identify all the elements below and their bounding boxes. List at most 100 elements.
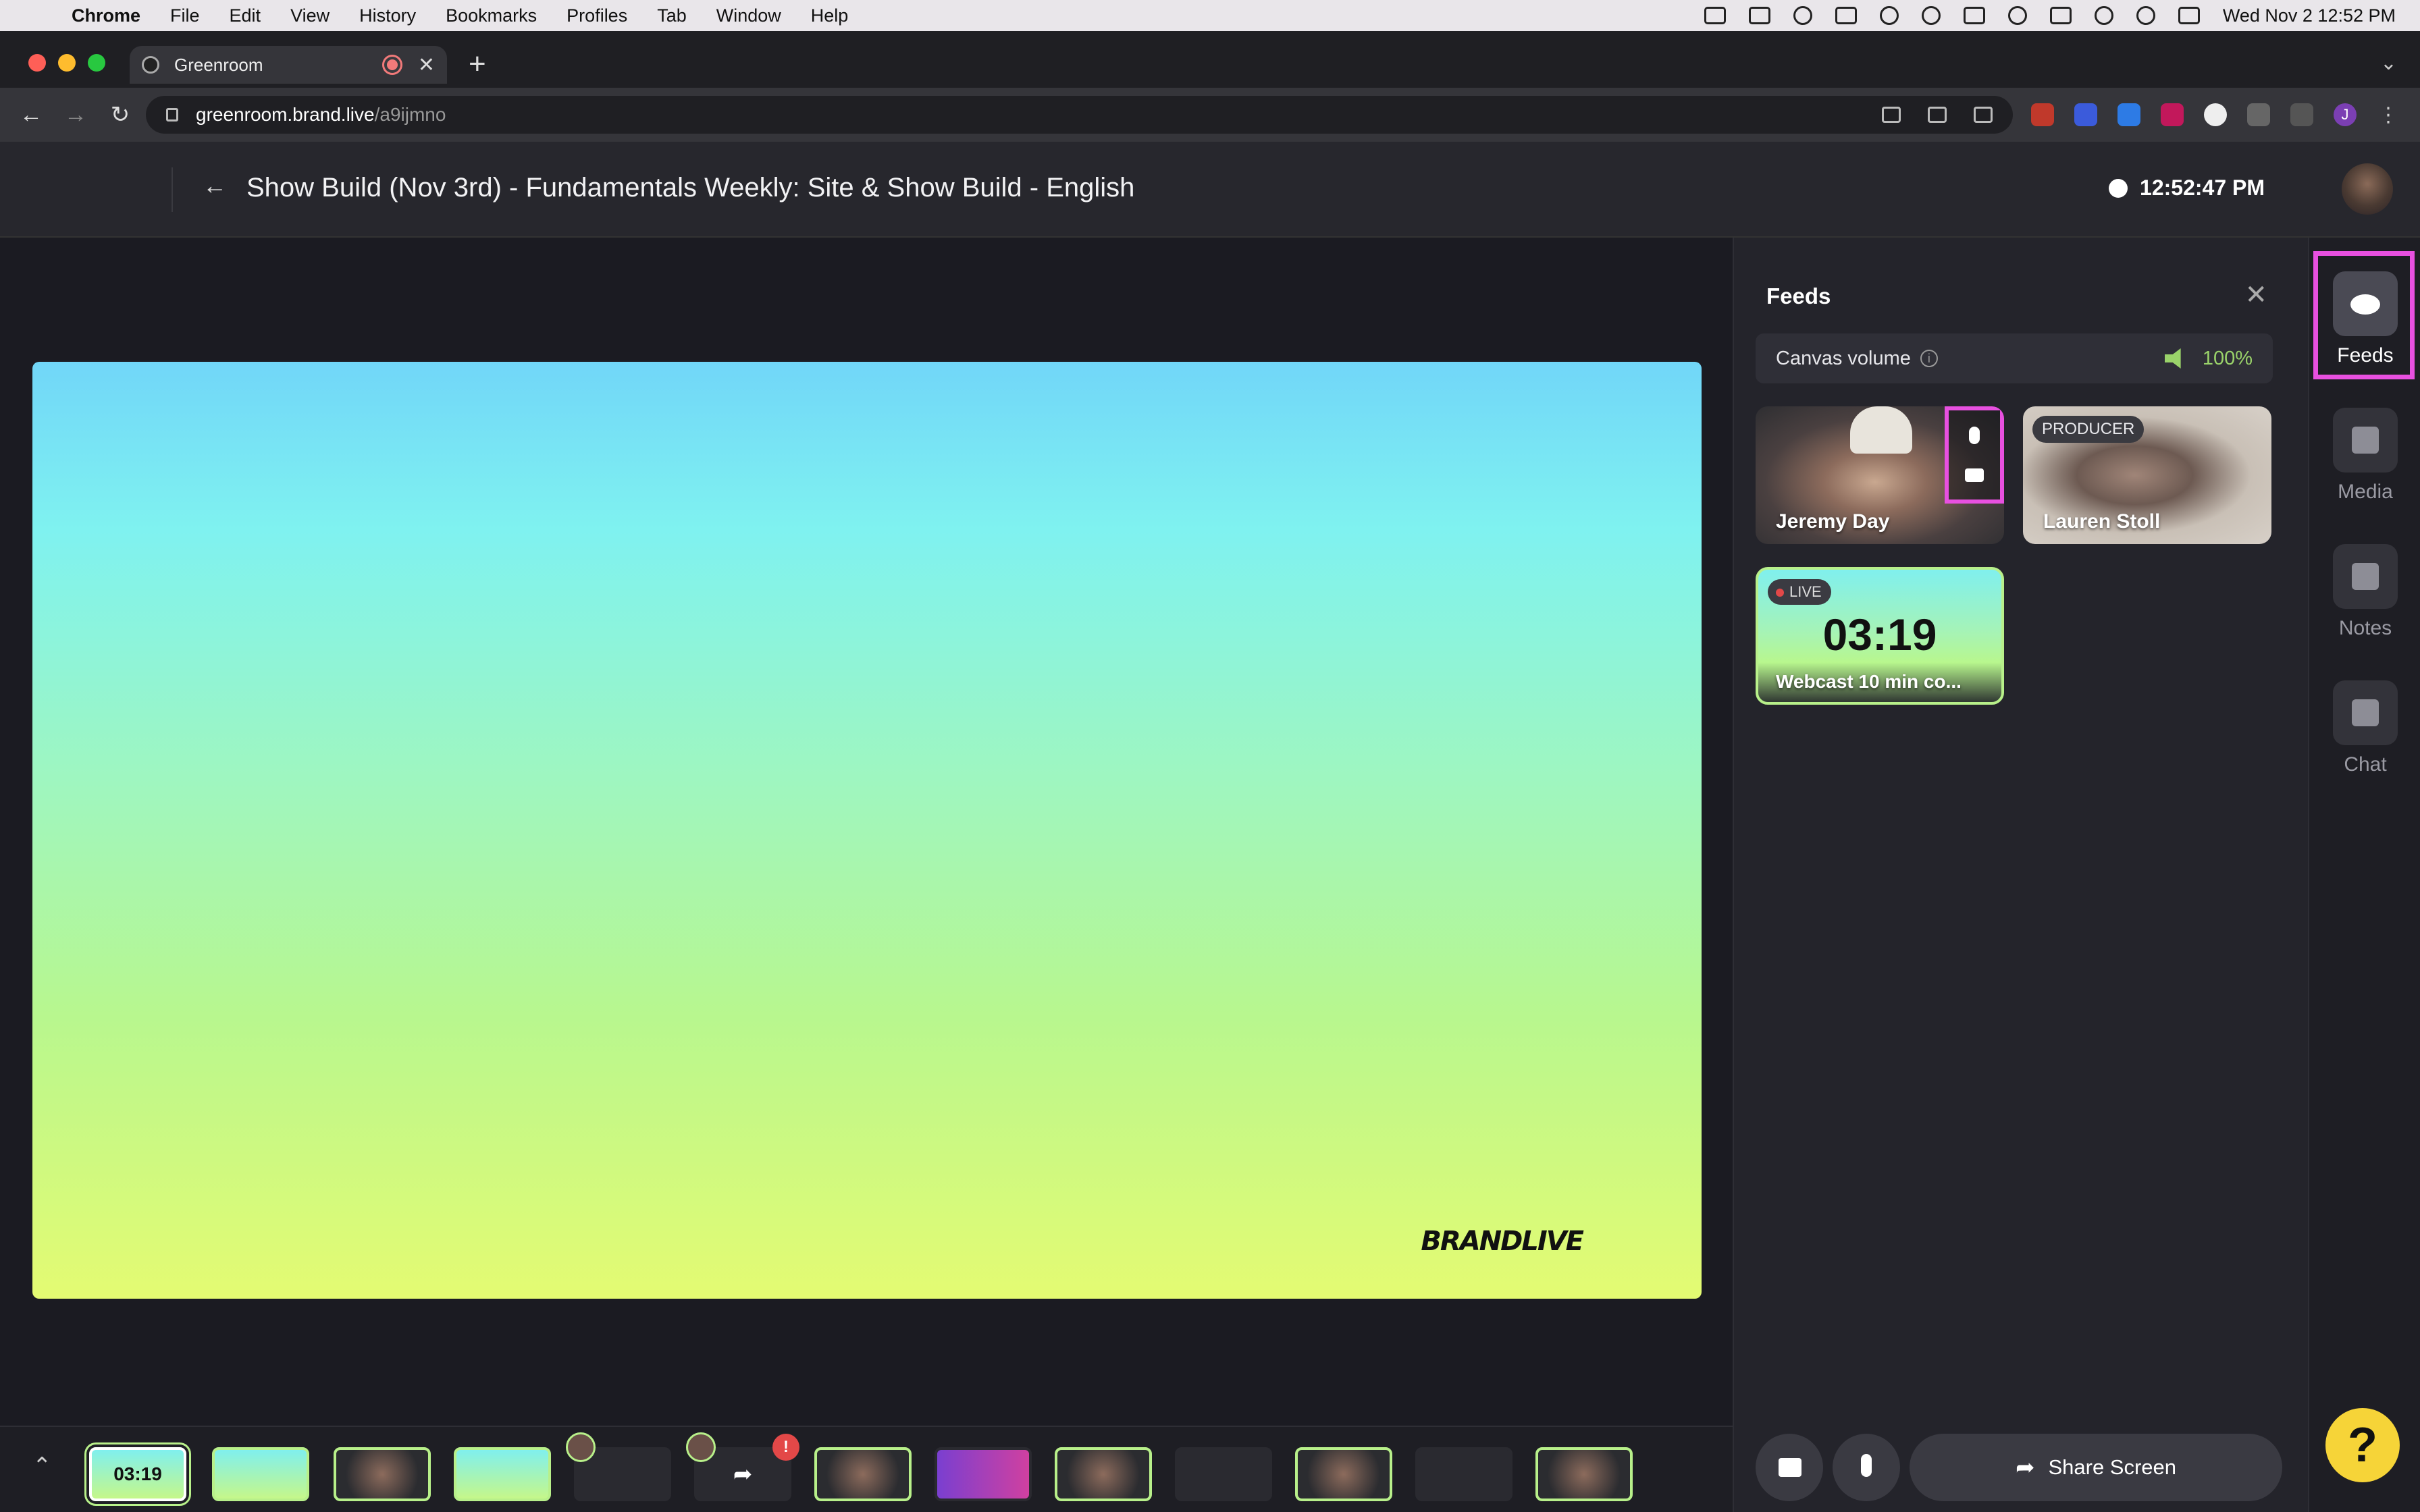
feed-tile[interactable]: PRODUCER Lauren Stoll bbox=[2023, 406, 2271, 544]
header-divider bbox=[172, 167, 173, 212]
status-icon-sun[interactable] bbox=[1793, 6, 1812, 25]
menu-help[interactable]: Help bbox=[811, 5, 849, 26]
bookmark-star-icon[interactable] bbox=[1974, 107, 1993, 123]
moon-icon[interactable] bbox=[2007, 6, 2027, 25]
canvas-volume-control[interactable]: Canvas volume i 100% bbox=[1756, 333, 2273, 383]
share-screen-button[interactable]: ➦ Share Screen bbox=[1910, 1434, 2282, 1501]
program-canvas[interactable]: BRANDLIVE bbox=[32, 362, 1702, 1299]
scene-thumb-active[interactable]: 03:19 bbox=[89, 1447, 186, 1501]
menu-profiles[interactable]: Profiles bbox=[567, 5, 627, 26]
scene-thumb[interactable] bbox=[1415, 1447, 1512, 1501]
countdown-timer: 03:19 bbox=[1822, 610, 1937, 659]
rail-item-chat[interactable]: Chat bbox=[2309, 680, 2420, 776]
close-window-button[interactable] bbox=[28, 54, 46, 72]
info-icon[interactable]: i bbox=[1920, 350, 1938, 367]
battery-icon[interactable] bbox=[2049, 7, 2072, 24]
search-icon[interactable] bbox=[2136, 6, 2155, 25]
menubar-datetime[interactable]: Wed Nov 2 12:52 PM bbox=[2223, 5, 2396, 26]
side-panel-icon[interactable] bbox=[2290, 103, 2313, 126]
omnibox-actions bbox=[1882, 107, 1993, 123]
menu-view[interactable]: View bbox=[290, 5, 330, 26]
tab-search-chevron-icon[interactable]: ⌄ bbox=[2380, 51, 2397, 75]
help-button[interactable]: ? bbox=[2325, 1408, 2400, 1482]
scene-thumb[interactable] bbox=[454, 1447, 551, 1501]
menu-bookmarks[interactable]: Bookmarks bbox=[446, 5, 537, 26]
scene-thumb[interactable] bbox=[1055, 1447, 1152, 1501]
menu-window[interactable]: Window bbox=[716, 5, 781, 26]
extension-icon-5[interactable] bbox=[2204, 103, 2227, 126]
kebab-menu-icon[interactable]: ⋮ bbox=[2377, 103, 2400, 126]
puzzle-extensions-icon[interactable] bbox=[2247, 103, 2270, 126]
close-tab-icon[interactable]: ✕ bbox=[418, 53, 435, 77]
forward-button[interactable]: → bbox=[62, 102, 89, 128]
rail-button[interactable] bbox=[2333, 271, 2398, 336]
scene-thumb[interactable] bbox=[1295, 1447, 1392, 1501]
menu-history[interactable]: History bbox=[359, 5, 416, 26]
lock-icon[interactable] bbox=[166, 108, 178, 122]
rail-label: Notes bbox=[2338, 617, 2392, 639]
share-arrow-icon: ➦ bbox=[2015, 1455, 2035, 1480]
status-icon-display[interactable] bbox=[1963, 7, 1985, 24]
status-icon-upload[interactable] bbox=[1879, 6, 1899, 25]
side-rail: Feeds Media Notes Chat bbox=[2308, 238, 2420, 1512]
extension-icon-2[interactable] bbox=[2074, 103, 2097, 126]
url-host: greenroom.brand.live bbox=[196, 104, 375, 125]
rail-button[interactable] bbox=[2333, 544, 2398, 609]
clock-icon bbox=[2109, 178, 2128, 198]
feed-tile[interactable]: Jeremy Day bbox=[1756, 406, 2004, 544]
control-center-icon[interactable] bbox=[2178, 7, 2200, 24]
speaker-icon[interactable] bbox=[2164, 348, 2181, 369]
maximize-window-button[interactable] bbox=[88, 54, 105, 72]
rail-item-feeds[interactable]: Feeds bbox=[2309, 251, 2420, 379]
scene-avatar bbox=[686, 1432, 716, 1462]
mic-toggle-button[interactable] bbox=[1833, 1434, 1900, 1501]
camera-in-use-icon[interactable] bbox=[1882, 107, 1901, 123]
menu-app-name[interactable]: Chrome bbox=[72, 5, 140, 26]
menu-file[interactable]: File bbox=[170, 5, 200, 26]
document-icon bbox=[2352, 563, 2379, 590]
scene-thumb[interactable] bbox=[334, 1447, 431, 1501]
status-icon-bi[interactable] bbox=[1835, 7, 1857, 24]
scene-thumb[interactable] bbox=[935, 1447, 1032, 1501]
rail-item-notes[interactable]: Notes bbox=[2309, 544, 2420, 640]
tab-title: Greenroom bbox=[174, 54, 263, 75]
chevron-up-icon[interactable]: ⌃ bbox=[32, 1453, 52, 1480]
show-clock: 12:52:47 PM bbox=[2109, 176, 2265, 200]
wifi-icon[interactable] bbox=[2094, 6, 2113, 25]
camera-icon[interactable] bbox=[1965, 468, 1984, 482]
minimize-window-button[interactable] bbox=[58, 54, 76, 72]
back-arrow-icon[interactable]: ← bbox=[203, 171, 227, 200]
scene-thumb[interactable] bbox=[1535, 1447, 1633, 1501]
share-icon[interactable] bbox=[1928, 107, 1947, 123]
menu-edit[interactable]: Edit bbox=[230, 5, 261, 26]
reload-button[interactable]: ↻ bbox=[107, 101, 134, 128]
scene-thumb[interactable] bbox=[1175, 1447, 1272, 1501]
profile-avatar[interactable]: J bbox=[2334, 103, 2357, 126]
menu-tab[interactable]: Tab bbox=[657, 5, 687, 26]
user-avatar[interactable] bbox=[2342, 163, 2393, 215]
media-controls: ➦ Share Screen bbox=[1756, 1434, 2282, 1501]
scene-thumb[interactable] bbox=[814, 1447, 912, 1501]
feed-video-hat bbox=[1850, 406, 1912, 454]
address-bar[interactable]: greenroom.brand.live/a9ijmno bbox=[146, 96, 2013, 134]
extension-icon-1[interactable] bbox=[2031, 103, 2054, 126]
browser-tab-greenroom[interactable]: Greenroom ✕ bbox=[130, 46, 447, 84]
feed-tile-live[interactable]: LIVE 03:19 Webcast 10 min co... bbox=[1756, 567, 2004, 705]
status-icon-film[interactable] bbox=[1704, 7, 1726, 24]
rail-item-media[interactable]: Media bbox=[2309, 408, 2420, 504]
rail-button[interactable] bbox=[2333, 680, 2398, 745]
scene-thumb[interactable] bbox=[212, 1447, 309, 1501]
close-panel-icon[interactable]: ✕ bbox=[2244, 279, 2267, 310]
back-button[interactable]: ← bbox=[18, 102, 45, 128]
status-icon-pen[interactable] bbox=[1748, 7, 1770, 24]
rail-button[interactable] bbox=[2333, 408, 2398, 473]
page-title: Show Build (Nov 3rd) - Fundamentals Week… bbox=[246, 173, 1135, 202]
microphone-icon[interactable] bbox=[1969, 427, 1980, 444]
extension-icon-4[interactable] bbox=[2161, 103, 2184, 126]
new-tab-button[interactable]: + bbox=[469, 47, 486, 81]
people-icon bbox=[2350, 294, 2380, 315]
chat-bubble-icon bbox=[2352, 699, 2379, 726]
zoom-extension-icon[interactable] bbox=[2118, 103, 2140, 126]
status-icon-play[interactable] bbox=[1921, 6, 1941, 25]
camera-toggle-button[interactable] bbox=[1756, 1434, 1823, 1501]
